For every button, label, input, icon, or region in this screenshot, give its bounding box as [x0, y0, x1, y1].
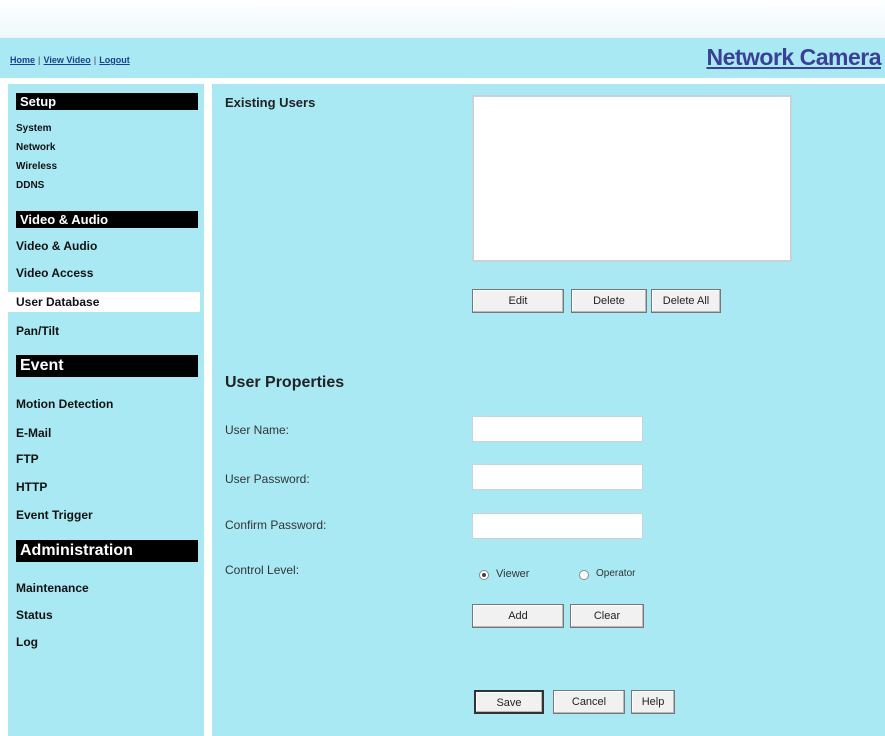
column-divider [204, 84, 212, 736]
sidebar-item-http[interactable]: HTTP [16, 480, 47, 494]
operator-radio-label: Operator [596, 568, 636, 579]
user-name-field[interactable] [472, 416, 643, 442]
top-banner [0, 0, 885, 38]
nav-separator: | [93, 55, 97, 65]
sidebar-item-user-database[interactable]: User Database [8, 292, 200, 312]
section-event: Event [16, 355, 198, 377]
sidebar-item-network[interactable]: Network [16, 142, 55, 153]
viewer-radio-label: Viewer [496, 568, 530, 580]
section-video-audio: Video & Audio [16, 211, 198, 228]
existing-users-label: Existing Users [225, 95, 316, 110]
cancel-button[interactable]: Cancel [553, 690, 625, 714]
top-nav: Home | View Video | Logout [10, 55, 130, 65]
sidebar-item-log[interactable]: Log [16, 635, 38, 649]
nav-separator: | [38, 55, 41, 65]
sidebar-item-system[interactable]: System [16, 123, 52, 134]
clear-button[interactable]: Clear [570, 604, 644, 628]
user-password-label: User Password: [225, 472, 310, 486]
control-level-label: Control Level: [225, 563, 300, 577]
help-button[interactable]: Help [631, 690, 675, 714]
sidebar-item-ddns[interactable]: DDNS [16, 180, 44, 191]
edit-button[interactable]: Edit [472, 289, 564, 313]
section-setup: Setup [16, 93, 198, 110]
sidebar-item-pan-tilt[interactable]: Pan/Tilt [16, 324, 59, 338]
confirm-password-field[interactable] [472, 513, 643, 539]
user-name-label: User Name: [225, 423, 290, 437]
sidebar-item-event-trigger[interactable]: Event Trigger [16, 508, 93, 522]
viewer-radio[interactable] [479, 570, 489, 580]
delete-button[interactable]: Delete [571, 289, 647, 313]
sidebar-item-maintenance[interactable]: Maintenance [16, 581, 89, 595]
sidebar-item-ftp[interactable]: FTP [16, 452, 39, 466]
sidebar-item-video-access[interactable]: Video Access [16, 266, 93, 280]
existing-users-list[interactable] [472, 95, 792, 262]
save-button[interactable]: Save [474, 690, 544, 714]
home-link[interactable]: Home [10, 55, 35, 65]
user-password-field[interactable] [472, 464, 643, 490]
sidebar-item-email[interactable]: E-Mail [16, 426, 51, 440]
operator-radio[interactable] [579, 570, 589, 580]
view-video-link[interactable]: View Video [44, 55, 91, 65]
section-administration: Administration [16, 540, 198, 562]
logout-link[interactable]: Logout [99, 55, 130, 65]
sidebar: Setup System Network Wireless DDNS Video… [8, 84, 204, 736]
sidebar-item-video-audio[interactable]: Video & Audio [16, 239, 97, 253]
brand-title: Network Camera [706, 44, 881, 70]
user-properties-title: User Properties [225, 374, 345, 391]
sidebar-item-status[interactable]: Status [16, 608, 53, 622]
sidebar-item-wireless[interactable]: Wireless [16, 161, 57, 172]
confirm-password-label: Confirm Password: [225, 518, 327, 532]
delete-all-button[interactable]: Delete All [651, 289, 721, 313]
sidebar-item-motion-detection[interactable]: Motion Detection [16, 397, 113, 411]
add-button[interactable]: Add [472, 604, 564, 628]
